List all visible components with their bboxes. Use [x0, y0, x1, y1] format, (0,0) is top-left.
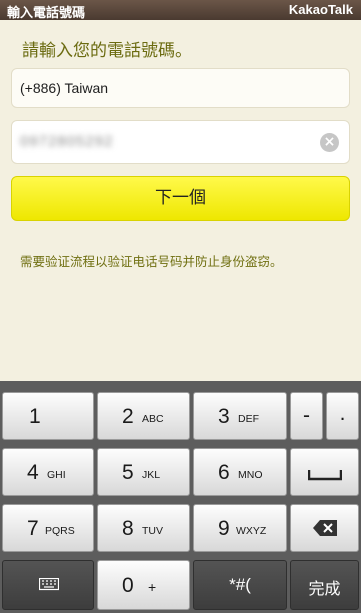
page-heading: 請輸入您的電話號碼。 [22, 41, 192, 61]
key-9-letters: WXYZ [236, 525, 267, 537]
key-2-letters: ABC [142, 413, 164, 425]
key-4[interactable]: 4 GHI [2, 448, 94, 496]
key-0-number: 0 [122, 574, 134, 597]
keyboard-switch-key[interactable] [2, 560, 94, 610]
key-6-number: 6 [218, 461, 230, 484]
app-name: KakaoTalk [288, 2, 353, 17]
phone-number-value: 0972805292 [20, 133, 114, 150]
done-key-label: 完成 [308, 579, 341, 598]
key-3-letters: DEF [238, 413, 259, 425]
country-selector[interactable]: (+886) Taiwan [11, 68, 350, 108]
key-5-number: 5 [122, 461, 134, 484]
key-9[interactable]: 9 WXYZ [193, 504, 287, 552]
key-dot[interactable]: . [326, 392, 359, 440]
space-key[interactable] [290, 448, 359, 496]
key-5[interactable]: 5 JKL [97, 448, 190, 496]
key-0-symbol: + [148, 579, 157, 595]
key-1-number: 1 [29, 405, 41, 428]
key-8[interactable]: 8 TUV [97, 504, 190, 552]
key-4-letters: GHI [47, 469, 66, 481]
key-7[interactable]: 7 PQRS [2, 504, 94, 552]
clear-icon[interactable]: × [320, 133, 339, 152]
key-7-letters: PQRS [45, 525, 75, 537]
key-3[interactable]: 3 DEF [193, 392, 287, 440]
key-7-number: 7 [27, 517, 39, 540]
numeric-keyboard: 1 2 ABC 3 DEF - . 4 GHI 5 JKL 6 MNO 7 PQ… [0, 381, 361, 613]
key-8-letters: TUV [142, 525, 163, 537]
key-dash-label: - [303, 404, 310, 427]
next-button[interactable]: 下一個 [11, 176, 350, 221]
key-6[interactable]: 6 MNO [193, 448, 287, 496]
backspace-key[interactable] [290, 504, 359, 552]
space-icon [308, 470, 342, 481]
phone-number-input[interactable]: 0972805292 × [11, 120, 350, 164]
key-3-number: 3 [218, 405, 230, 428]
key-1[interactable]: 1 [2, 392, 94, 440]
key-dot-label: . [339, 402, 346, 425]
key-2[interactable]: 2 ABC [97, 392, 190, 440]
key-4-number: 4 [27, 461, 39, 484]
country-value: (+886) Taiwan [20, 80, 109, 96]
symbols-key[interactable]: *#( [193, 560, 287, 610]
keyboard-icon [39, 578, 59, 591]
backspace-icon [313, 520, 337, 536]
screen-title: 輸入電話號碼 [7, 6, 86, 21]
key-2-number: 2 [122, 405, 134, 428]
symbols-key-label: *#( [229, 575, 251, 594]
key-5-letters: JKL [142, 469, 161, 481]
verification-notice: 需要验证流程以验证电话号码并防止身份盗窃。 [20, 254, 283, 269]
title-bar: 輸入電話號碼 KakaoTalk [0, 0, 361, 21]
key-9-number: 9 [218, 517, 230, 540]
done-key[interactable]: 完成 [290, 560, 359, 610]
key-8-number: 8 [122, 517, 134, 540]
key-0[interactable]: 0 + [97, 560, 190, 610]
key-dash[interactable]: - [290, 392, 323, 440]
key-6-letters: MNO [238, 469, 263, 481]
